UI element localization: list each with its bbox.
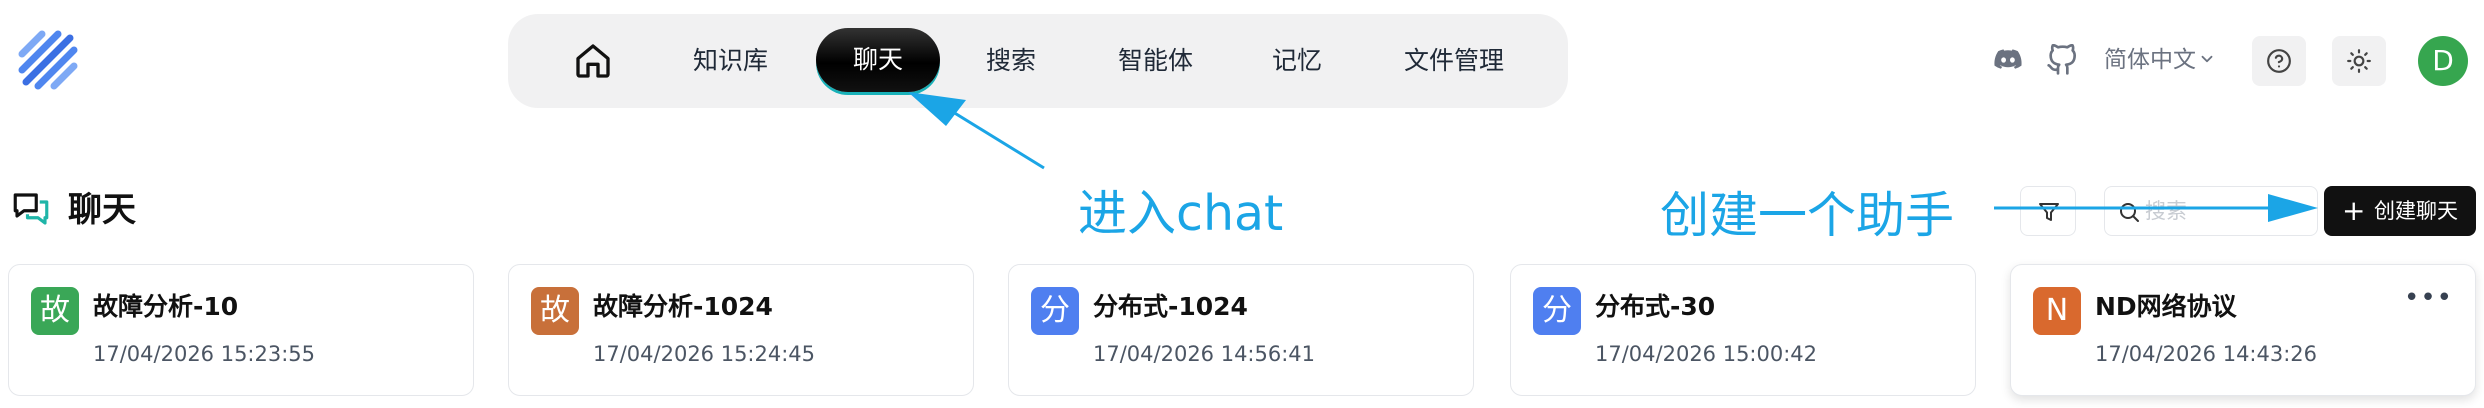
nav-item-chat[interactable]: 聊天: [816, 28, 940, 92]
theme-toggle-button[interactable]: [2332, 36, 2386, 86]
create-chat-label: 创建聊天: [2374, 199, 2458, 223]
card-timestamp: 17/04/2026 14:43:26: [2095, 342, 2318, 366]
annotation-create-assistant: 创建一个助手: [1660, 187, 1955, 244]
card-timestamp: 17/04/2026 15:24:45: [593, 342, 816, 366]
help-icon: [2267, 49, 2291, 73]
discord-icon[interactable]: [1992, 44, 2024, 76]
home-icon[interactable]: [573, 41, 613, 81]
card-title: ND网络协议: [2095, 292, 2237, 321]
nav-item-search[interactable]: 搜索: [986, 14, 1036, 108]
search-field[interactable]: [2104, 186, 2318, 236]
filter-button[interactable]: [2020, 186, 2076, 236]
card-avatar: 分: [1031, 287, 1079, 335]
create-chat-button[interactable]: + 创建聊天: [2324, 186, 2476, 236]
chat-card[interactable]: 分 分布式-1024 17/04/2026 14:56:41: [1008, 264, 1474, 396]
nav-item-agent[interactable]: 智能体: [1118, 14, 1193, 108]
page-title: 聊天: [68, 190, 136, 230]
plus-icon: +: [2342, 194, 2366, 227]
more-options-icon[interactable]: •••: [2404, 283, 2453, 313]
card-title: 故障分析-10: [93, 292, 239, 321]
nav-item-knowledge-base[interactable]: 知识库: [693, 14, 768, 108]
card-timestamp: 17/04/2026 15:00:42: [1595, 342, 1818, 366]
help-button[interactable]: [2252, 36, 2306, 86]
card-avatar: 故: [531, 287, 579, 335]
chat-bubbles-icon: [13, 193, 49, 225]
card-avatar: 分: [1533, 287, 1581, 335]
card-title: 分布式-30: [1595, 292, 1716, 321]
sun-icon: [2347, 49, 2371, 73]
user-avatar[interactable]: D: [2418, 36, 2468, 86]
chat-card[interactable]: 故 故障分析-1024 17/04/2026 15:24:45: [508, 264, 974, 396]
app-logo-icon[interactable]: [16, 28, 80, 92]
annotation-enter-chat: 进入chat: [1078, 185, 1284, 242]
chevron-down-icon[interactable]: [2198, 50, 2216, 68]
chat-card[interactable]: 分 分布式-30 17/04/2026 15:00:42: [1510, 264, 1976, 396]
top-nav: 知识库 聊天 搜索 智能体 记忆 文件管理: [508, 14, 1568, 108]
card-avatar: N: [2033, 287, 2081, 335]
search-icon: [2120, 203, 2139, 222]
github-icon[interactable]: [2046, 44, 2078, 76]
chat-card[interactable]: N ND网络协议 17/04/2026 14:43:26 •••: [2010, 264, 2476, 396]
language-selector[interactable]: 简体中文: [2104, 44, 2196, 76]
filter-icon: [2039, 203, 2059, 221]
card-title: 故障分析-1024: [593, 292, 773, 321]
chat-card[interactable]: 故 故障分析-10 17/04/2026 15:23:55: [8, 264, 474, 396]
search-input[interactable]: [2145, 195, 2305, 227]
card-timestamp: 17/04/2026 15:23:55: [93, 342, 316, 366]
nav-item-file-management[interactable]: 文件管理: [1404, 14, 1504, 108]
annotation-arrow-chat: [939, 102, 1045, 170]
card-avatar: 故: [31, 287, 79, 335]
card-title: 分布式-1024: [1093, 292, 1248, 321]
card-timestamp: 17/04/2026 14:56:41: [1093, 342, 1316, 366]
nav-item-memory[interactable]: 记忆: [1272, 14, 1322, 108]
